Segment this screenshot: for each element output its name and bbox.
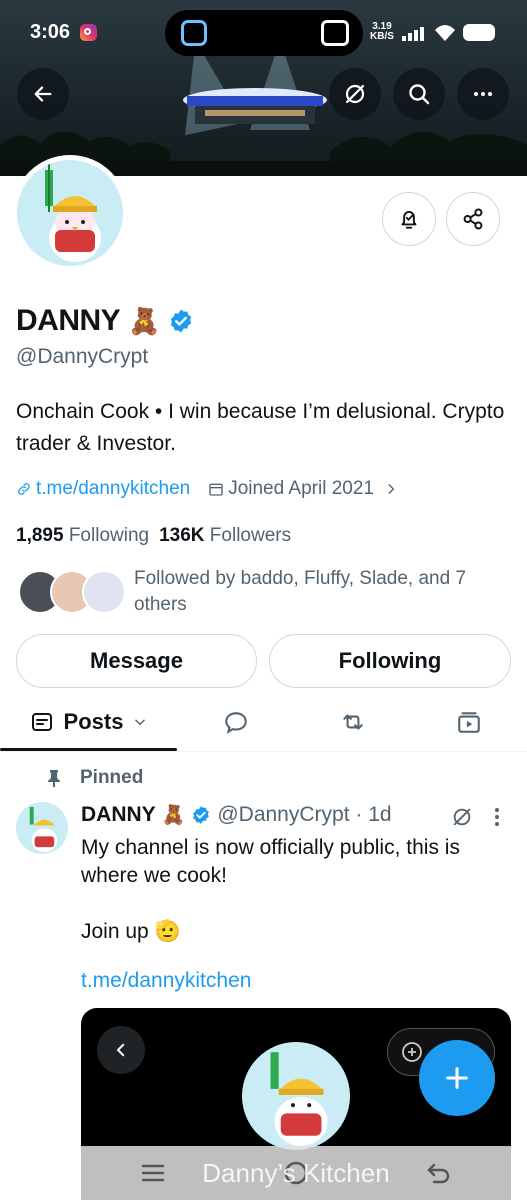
post-text-line: Join up 🫡	[81, 920, 181, 943]
post-author-avatar[interactable]	[16, 802, 68, 854]
tab-posts[interactable]: Posts	[0, 694, 177, 750]
tab-replies[interactable]	[177, 694, 294, 750]
search-button[interactable]	[393, 68, 445, 120]
bell-add-icon	[401, 211, 417, 229]
net-speed-unit: KB/S	[370, 31, 394, 42]
channel-avatar	[242, 1042, 350, 1150]
penguin-avatar-image	[45, 164, 101, 262]
tab-posts-label: Posts	[63, 709, 124, 734]
following-count: 1,895	[16, 525, 64, 546]
following-count-link[interactable]: 1,895 Following	[16, 525, 149, 547]
follower-avatar	[82, 570, 126, 614]
profile-name: DANNY 🧸	[16, 304, 194, 338]
posts-icon	[31, 713, 52, 731]
following-button[interactable]: Following	[269, 634, 511, 688]
compose-post-button[interactable]	[419, 1040, 495, 1116]
back-arrow-icon	[34, 86, 52, 102]
tab-media[interactable]	[411, 694, 527, 750]
profile-tabs: Posts	[0, 694, 527, 752]
share-icon	[463, 208, 483, 230]
grok-button[interactable]	[329, 68, 381, 120]
post-body: My channel is now officially public, thi…	[81, 834, 511, 946]
calendar-icon	[209, 483, 223, 496]
teddy-bear-emoji: 🧸	[161, 805, 186, 826]
profile-link[interactable]: t.me/dannykitchen	[16, 478, 190, 500]
followed-by-text: Followed by baddo, Fluffy, Slade, and 7 …	[134, 568, 467, 615]
profile-bio: Onchain Cook • I win because I’m delusio…	[16, 400, 505, 455]
grok-icon	[345, 84, 365, 104]
joined-date[interactable]: Joined April 2021	[208, 478, 398, 500]
pinned-indicator: Pinned	[46, 767, 143, 789]
signal-icon	[402, 27, 424, 41]
reply-icon	[224, 712, 247, 734]
joined-date-text: Joined April 2021	[228, 478, 374, 499]
profile-link-text[interactable]: t.me/dannykitchen	[36, 478, 190, 500]
chevron-left-icon	[116, 1043, 125, 1057]
followers-count-link[interactable]: 136K Followers	[159, 525, 291, 547]
profile-name-text: DANNY	[16, 304, 121, 337]
screenshot-icon	[321, 20, 349, 46]
follow-counts: 1,895 Following 136K Followers	[16, 525, 291, 547]
add-circle-icon	[402, 1042, 422, 1062]
media-icon	[458, 712, 480, 733]
post-text-line: My channel is now officially public, thi…	[81, 836, 460, 887]
teddy-bear-emoji: 🧸	[128, 305, 161, 336]
wifi-icon	[435, 25, 455, 41]
penguin-avatar-image	[270, 1052, 328, 1146]
instagram-notification-icon	[80, 24, 97, 41]
post-more-icon[interactable]	[493, 806, 501, 828]
followers-label: Followers	[209, 525, 292, 546]
followers-count: 136K	[159, 525, 205, 546]
net-speed: 3.19 KB/S	[370, 22, 394, 42]
profile-meta: t.me/dannykitchen Joined April 2021	[16, 478, 398, 500]
post-handle-time: @DannyCrypt · 1d	[217, 803, 392, 826]
media-back-button	[97, 1026, 145, 1074]
message-button[interactable]: Message	[16, 634, 257, 688]
verified-badge-icon[interactable]	[168, 308, 194, 334]
battery-icon	[463, 24, 495, 41]
verified-badge-icon	[193, 806, 210, 824]
media-channel-title: Danny’s Kitchen	[202, 1158, 390, 1188]
more-button[interactable]	[457, 68, 509, 120]
profile-handle: @DannyCrypt	[16, 345, 149, 368]
following-label: Following	[68, 525, 150, 546]
status-bar: 3:06 3.19 KB/S	[0, 0, 527, 66]
post-header: DANNY 🧸 @DannyCrypt · 1d	[81, 803, 392, 827]
grok-icon[interactable]	[451, 806, 473, 828]
dynamic-island	[165, 10, 363, 56]
system-nav-bar: Danny’s Kitchen	[81, 1146, 511, 1200]
tab-reposts[interactable]	[294, 694, 411, 750]
back-button[interactable]	[17, 68, 69, 120]
more-icon	[474, 92, 492, 96]
profile-avatar[interactable]	[12, 155, 128, 271]
followed-by-row[interactable]: Followed by baddo, Fluffy, Slade, and 7 …	[16, 566, 511, 622]
pin-icon	[48, 770, 60, 787]
penguin-avatar-image	[29, 806, 58, 853]
chevron-down-icon	[135, 719, 146, 726]
app-activity-icon	[181, 20, 207, 46]
plus-icon	[446, 1067, 468, 1089]
link-icon	[18, 483, 30, 495]
share-profile-button[interactable]	[446, 192, 500, 246]
pinned-label: Pinned	[80, 767, 144, 788]
notification-bell-button[interactable]	[382, 192, 436, 246]
search-icon	[409, 84, 430, 105]
chevron-right-icon	[388, 484, 395, 494]
status-time: 3:06	[30, 21, 71, 43]
repost-icon	[342, 714, 363, 730]
post-link[interactable]: t.me/dannykitchen	[81, 969, 251, 993]
active-tab-indicator	[0, 748, 177, 751]
post-author-name[interactable]: DANNY	[81, 803, 156, 827]
